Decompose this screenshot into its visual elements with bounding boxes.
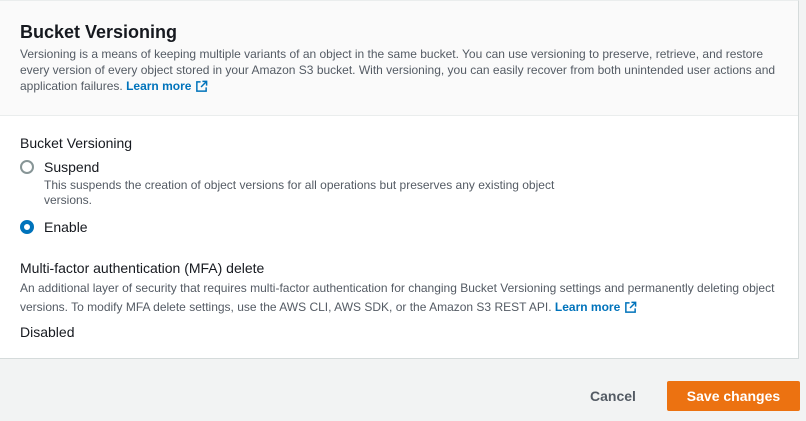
panel-header: Bucket Versioning Versioning is a means … bbox=[0, 1, 798, 116]
external-link-icon bbox=[195, 80, 208, 97]
mfa-delete-value: Disabled bbox=[20, 324, 75, 340]
suspend-radio-label[interactable]: Suspend bbox=[44, 158, 99, 176]
enable-radio[interactable] bbox=[20, 220, 34, 234]
bucket-versioning-panel: Bucket Versioning Versioning is a means … bbox=[0, 0, 799, 359]
versioning-description: Versioning is a means of keeping multipl… bbox=[20, 46, 780, 97]
cancel-button[interactable]: Cancel bbox=[578, 381, 648, 411]
mfa-learn-more-label: Learn more bbox=[554, 300, 621, 314]
mfa-description-text: An additional layer of security that req… bbox=[20, 281, 775, 314]
learn-more-link[interactable]: Learn more bbox=[126, 79, 208, 93]
mfa-delete-description: An additional layer of security that req… bbox=[20, 279, 780, 320]
page-title: Bucket Versioning bbox=[20, 22, 178, 42]
versioning-section-label: Bucket Versioning bbox=[20, 135, 133, 151]
save-changes-button[interactable]: Save changes bbox=[667, 381, 800, 411]
suspend-radio-description: This suspends the creation of object ver… bbox=[44, 178, 555, 207]
mfa-delete-label: Multi-factor authentication (MFA) delete bbox=[20, 260, 265, 276]
enable-radio-label[interactable]: Enable bbox=[44, 218, 88, 236]
suspend-radio[interactable] bbox=[20, 160, 34, 174]
mfa-learn-more-link[interactable]: Learn more bbox=[555, 300, 637, 314]
learn-more-label: Learn more bbox=[126, 79, 192, 93]
external-link-icon bbox=[624, 301, 637, 320]
